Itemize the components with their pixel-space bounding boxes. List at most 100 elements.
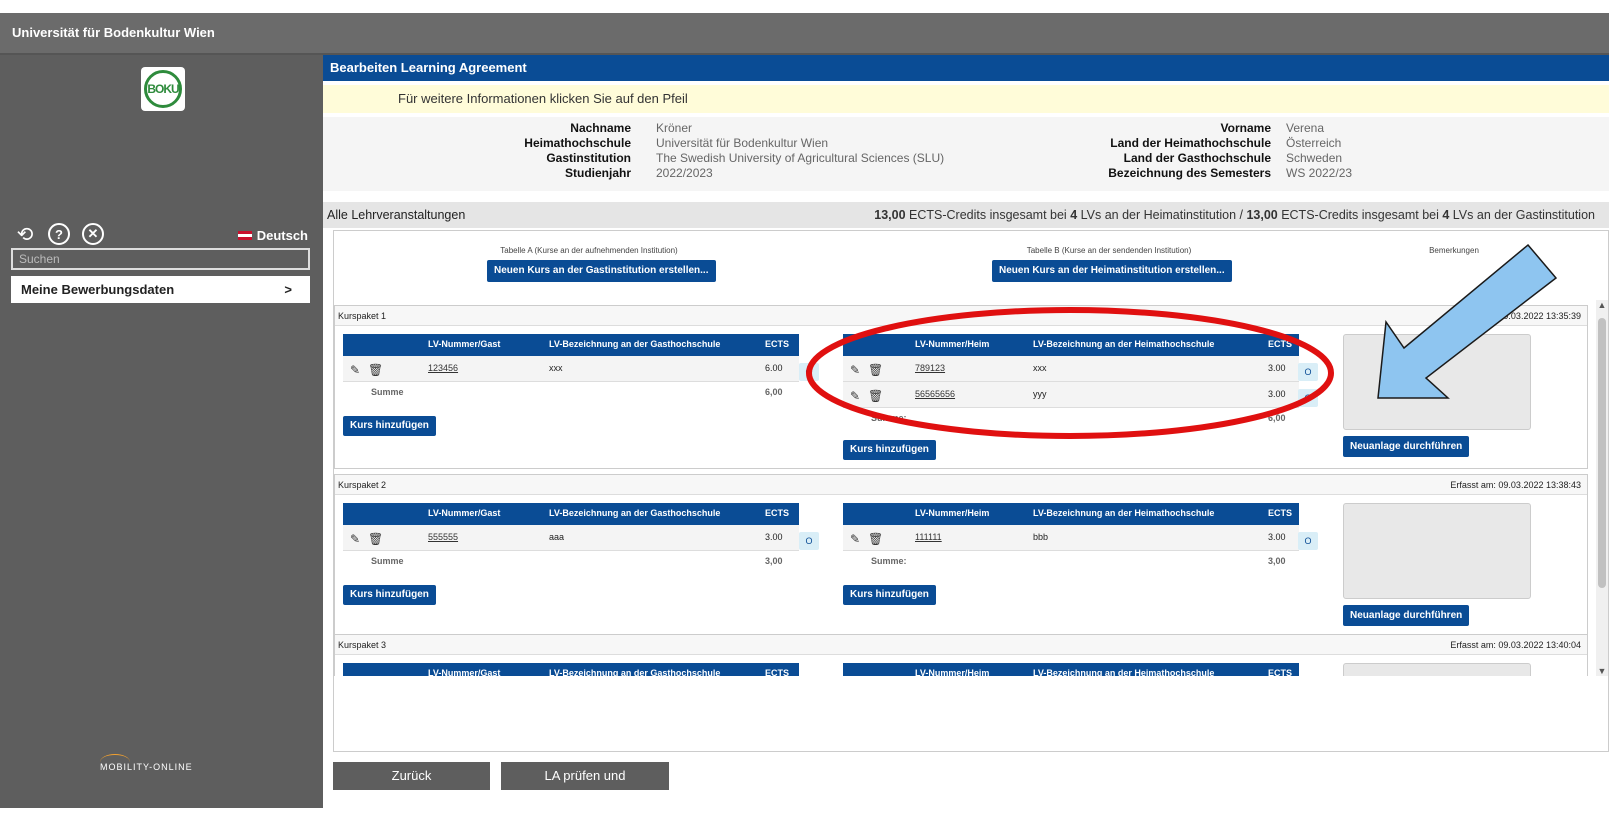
package-scroll-area[interactable]: Kurspaket 1 Erfasst am: 09.03.2022 13:35:… xyxy=(334,300,1588,676)
course-number-link[interactable]: 56565656 xyxy=(915,389,955,399)
app-title-bar: Universität für Bodenkultur Wien xyxy=(0,13,1609,55)
logo-text: BOKU xyxy=(144,70,182,108)
summary-right: 13,00 ECTS-Credits insgesamt bei 4 LVs a… xyxy=(874,208,1595,222)
close-icon[interactable]: ✕ xyxy=(82,223,104,245)
language-label: Deutsch xyxy=(256,228,308,243)
sidebar-item-bewerbungsdaten[interactable]: Meine Bewerbungsdaten > xyxy=(11,276,310,303)
course-package: Kurspaket 3 Erfasst am: 09.03.2022 13:40:… xyxy=(334,634,1588,676)
mobility-online-logo: MOBILITY-ONLINE xyxy=(100,762,193,772)
land-gast-label: Land der Gasthochschule xyxy=(1123,151,1271,165)
home-table: LV-Nummer/Heim LV-Bezeichnung an der Heim… xyxy=(843,663,1299,676)
course-frame: Tabelle A (Kurse an der aufnehmenden Ins… xyxy=(333,230,1609,752)
new-guest-course-button[interactable]: Neuen Kurs an der Gastinstitution erstel… xyxy=(487,260,716,282)
refresh-icon[interactable]: ⟲ xyxy=(14,223,36,246)
package-header: Kurspaket 1 Erfasst am: 09.03.2022 13:35:… xyxy=(335,306,1587,326)
sum-row: Summe 3,00 xyxy=(371,556,783,566)
sum-row: Summe: 3,00 xyxy=(871,556,1286,566)
sidebar-icon-group: ⟲ ? ✕ xyxy=(14,223,104,246)
scrollbar-thumb[interactable] xyxy=(1598,318,1606,588)
guest-table: LV-Nummer/Gast LV-Bezeichnung an der Gast… xyxy=(343,503,819,605)
chevron-right-icon: > xyxy=(284,282,292,297)
edit-icon[interactable]: ✎ xyxy=(350,363,360,377)
trash-icon[interactable]: 🗑 xyxy=(868,389,883,403)
course-number-link[interactable]: 555555 xyxy=(428,532,458,542)
remarks-textarea[interactable] xyxy=(1343,334,1531,430)
course-ects: 6.00 xyxy=(765,363,783,373)
table-header: LV-Nummer/Gast LV-Bezeichnung an der Gast… xyxy=(343,663,799,676)
table-row: ✎ 🗑 111111 bbb 3.00 O xyxy=(843,525,1318,551)
remarks-textarea[interactable] xyxy=(1343,663,1531,676)
austria-flag-icon xyxy=(237,231,252,240)
info-bar[interactable]: Für weitere Informationen klicken Sie au… xyxy=(323,85,1609,113)
package-header: Kurspaket 3 Erfasst am: 09.03.2022 13:40:… xyxy=(335,635,1587,655)
table-row: ✎ 🗑 789123 xxx 3.00 O xyxy=(843,356,1318,382)
sum-row: Summe 6,00 xyxy=(371,387,783,397)
add-course-button[interactable]: Kurs hinzufügen xyxy=(343,585,436,605)
student-info: Nachname Kröner Heimathochschule Univers… xyxy=(323,117,1609,191)
trash-icon[interactable]: 🗑 xyxy=(868,532,883,546)
jahr-value: 2022/2023 xyxy=(656,166,713,180)
trash-icon[interactable]: 🗑 xyxy=(368,363,383,377)
sidebar: BOKU ⟲ ? ✕ Deutsch Meine Bewerbungsdaten… xyxy=(0,0,323,808)
remarks-textarea[interactable] xyxy=(1343,503,1531,599)
trash-icon[interactable]: 🗑 xyxy=(868,363,883,377)
course-ects: 3.00 xyxy=(1268,532,1286,542)
status-button[interactable]: O xyxy=(1298,532,1318,550)
table-a-heading: Tabelle A (Kurse an der aufnehmenden Ins… xyxy=(500,246,678,255)
gast-label: Gastinstitution xyxy=(546,151,631,165)
create-entry-button[interactable]: Neuanlage durchführen xyxy=(1343,436,1470,457)
guest-table: LV-Nummer/Gast LV-Bezeichnung an der Gast… xyxy=(343,663,799,676)
remarks-heading: Bemerkungen xyxy=(1429,246,1479,255)
back-button[interactable]: Zurück xyxy=(333,762,490,790)
add-course-button[interactable]: Kurs hinzufügen xyxy=(843,585,936,605)
course-ects: 3.00 xyxy=(765,532,783,542)
status-button[interactable]: O xyxy=(799,363,819,381)
table-header: LV-Nummer/Gast LV-Bezeichnung an der Gast… xyxy=(343,334,799,356)
land-gast-value: Schweden xyxy=(1286,151,1343,165)
land-heimat-label: Land der Heimathochschule xyxy=(1110,136,1271,150)
sidebar-top-strip xyxy=(0,0,323,13)
add-course-button[interactable]: Kurs hinzufügen xyxy=(843,440,936,460)
boku-logo: BOKU xyxy=(141,67,185,111)
vorname-label: Vorname xyxy=(1220,121,1271,135)
search-input[interactable] xyxy=(11,248,310,270)
edit-icon[interactable]: ✎ xyxy=(350,532,360,546)
table-header: LV-Nummer/Gast LV-Bezeichnung an der Gast… xyxy=(343,503,799,525)
course-number-link[interactable]: 123456 xyxy=(428,363,458,373)
course-number-link[interactable]: 789123 xyxy=(915,363,945,373)
create-entry-button[interactable]: Neuanlage durchführen xyxy=(1343,605,1470,626)
course-title: bbb xyxy=(1033,532,1049,542)
edit-icon[interactable]: ✎ xyxy=(850,363,860,377)
trash-icon[interactable]: 🗑 xyxy=(368,532,383,546)
main-content: Bearbeiten Learning Agreement Für weiter… xyxy=(323,55,1609,811)
scrollbar[interactable]: ▲ ▼ xyxy=(1596,300,1608,676)
sign-button[interactable]: LA prüfen und unterschreiben xyxy=(501,762,669,811)
page-title: Bearbeiten Learning Agreement xyxy=(323,55,1609,81)
table-header: LV-Nummer/Heim LV-Bezeichnung an der Heim… xyxy=(843,503,1299,525)
home-table: LV-Nummer/Heim LV-Bezeichnung an der Heim… xyxy=(843,503,1318,605)
help-icon[interactable]: ? xyxy=(48,223,70,245)
add-course-button[interactable]: Kurs hinzufügen xyxy=(343,416,436,436)
course-package: Kurspaket 1 Erfasst am: 09.03.2022 13:35:… xyxy=(334,305,1588,469)
sum-row: Summe: 6,00 xyxy=(871,413,1286,423)
course-number-link[interactable]: 111111 xyxy=(915,532,942,542)
nachname-value: Kröner xyxy=(656,121,693,135)
scroll-down-icon[interactable]: ▼ xyxy=(1596,666,1608,676)
gast-value: The Swedish University of Agricultural S… xyxy=(656,151,945,165)
edit-icon[interactable]: ✎ xyxy=(850,389,860,403)
table-header: LV-Nummer/Heim LV-Bezeichnung an der Heim… xyxy=(843,334,1299,356)
scroll-up-icon[interactable]: ▲ xyxy=(1596,300,1608,310)
table-b-heading: Tabelle B (Kurse an der sendenden Instit… xyxy=(1026,246,1192,255)
app-title: Universität für Bodenkultur Wien xyxy=(12,25,215,40)
heimat-label: Heimathochschule xyxy=(524,136,631,150)
language-selector[interactable]: Deutsch xyxy=(237,228,308,243)
status-button[interactable]: O xyxy=(1298,389,1318,407)
new-home-course-button[interactable]: Neuen Kurs an der Heimatinstitution erst… xyxy=(992,260,1232,282)
table-header: LV-Nummer/Heim LV-Bezeichnung an der Heim… xyxy=(843,663,1299,676)
status-button[interactable]: O xyxy=(1298,363,1318,381)
edit-icon[interactable]: ✎ xyxy=(850,532,860,546)
nachname-label: Nachname xyxy=(570,121,631,135)
status-button[interactable]: O xyxy=(799,532,819,550)
course-title: yyy xyxy=(1033,389,1047,399)
home-table: LV-Nummer/Heim LV-Bezeichnung an der Heim… xyxy=(843,334,1318,460)
